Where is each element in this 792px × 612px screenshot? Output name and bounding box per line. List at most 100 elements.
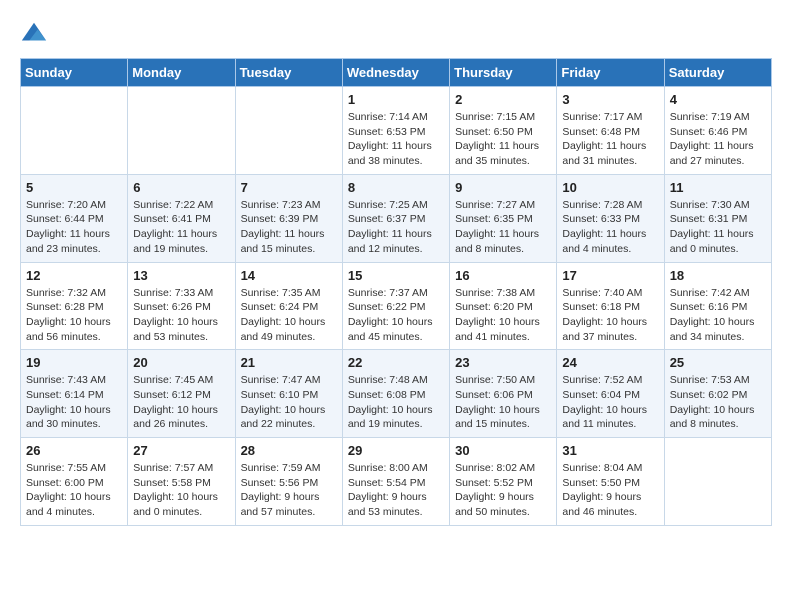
day-info: Sunrise: 7:33 AM Sunset: 6:26 PM Dayligh… xyxy=(133,286,229,345)
day-info: Sunrise: 7:59 AM Sunset: 5:56 PM Dayligh… xyxy=(241,461,337,520)
day-number: 13 xyxy=(133,268,229,283)
day-number: 5 xyxy=(26,180,122,195)
day-info: Sunrise: 7:19 AM Sunset: 6:46 PM Dayligh… xyxy=(670,110,766,169)
day-number: 16 xyxy=(455,268,551,283)
calendar-table: SundayMondayTuesdayWednesdayThursdayFrid… xyxy=(20,58,772,526)
calendar-week-row: 1Sunrise: 7:14 AM Sunset: 6:53 PM Daylig… xyxy=(21,87,772,175)
day-number: 10 xyxy=(562,180,658,195)
calendar-cell: 11Sunrise: 7:30 AM Sunset: 6:31 PM Dayli… xyxy=(664,174,771,262)
calendar-cell: 20Sunrise: 7:45 AM Sunset: 6:12 PM Dayli… xyxy=(128,350,235,438)
calendar-cell: 31 Sunrise: 8:04 AM Sunset: 5:50 PM Dayli… xyxy=(557,438,664,526)
day-info: Sunrise: 7:37 AM Sunset: 6:22 PM Dayligh… xyxy=(348,286,444,345)
calendar-cell: 4 Sunrise: 7:19 AM Sunset: 6:46 PM Daylig… xyxy=(664,87,771,175)
day-info: Sunrise: 7:22 AM Sunset: 6:41 PM Dayligh… xyxy=(133,198,229,257)
day-info: Sunrise: 7:32 AM Sunset: 6:28 PM Dayligh… xyxy=(26,286,122,345)
page-header xyxy=(20,20,772,48)
calendar-cell: 5 Sunrise: 7:20 AM Sunset: 6:44 PM Daylig… xyxy=(21,174,128,262)
calendar-cell: 23Sunrise: 7:50 AM Sunset: 6:06 PM Dayli… xyxy=(450,350,557,438)
day-info: Sunrise: 7:20 AM Sunset: 6:44 PM Dayligh… xyxy=(26,198,122,257)
calendar-cell: 8Sunrise: 7:25 AM Sunset: 6:37 PM Daylig… xyxy=(342,174,449,262)
day-info: Sunrise: 7:15 AM Sunset: 6:50 PM Dayligh… xyxy=(455,110,551,169)
calendar-cell xyxy=(128,87,235,175)
calendar-week-row: 5 Sunrise: 7:20 AM Sunset: 6:44 PM Daylig… xyxy=(21,174,772,262)
day-info: Sunrise: 7:57 AM Sunset: 5:58 PM Dayligh… xyxy=(133,461,229,520)
day-number: 31 xyxy=(562,443,658,458)
day-number: 30 xyxy=(455,443,551,458)
col-header-saturday: Saturday xyxy=(664,59,771,87)
calendar-cell: 25 Sunrise: 7:53 AM Sunset: 6:02 PM Dayli… xyxy=(664,350,771,438)
calendar-week-row: 19 Sunrise: 7:43 AM Sunset: 6:14 PM Dayli… xyxy=(21,350,772,438)
col-header-monday: Monday xyxy=(128,59,235,87)
day-number: 7 xyxy=(241,180,337,195)
logo-icon xyxy=(20,20,48,48)
day-info: Sunrise: 7:43 AM Sunset: 6:14 PM Dayligh… xyxy=(26,373,122,432)
day-info: Sunrise: 7:23 AM Sunset: 6:39 PM Dayligh… xyxy=(241,198,337,257)
day-info: Sunrise: 7:35 AM Sunset: 6:24 PM Dayligh… xyxy=(241,286,337,345)
day-info: Sunrise: 8:04 AM Sunset: 5:50 PM Dayligh… xyxy=(562,461,658,520)
calendar-cell: 9 Sunrise: 7:27 AM Sunset: 6:35 PM Daylig… xyxy=(450,174,557,262)
day-info: Sunrise: 7:25 AM Sunset: 6:37 PM Dayligh… xyxy=(348,198,444,257)
calendar-week-row: 26 Sunrise: 7:55 AM Sunset: 6:00 PM Dayli… xyxy=(21,438,772,526)
day-number: 27 xyxy=(133,443,229,458)
day-info: Sunrise: 7:48 AM Sunset: 6:08 PM Dayligh… xyxy=(348,373,444,432)
day-number: 19 xyxy=(26,355,122,370)
day-number: 18 xyxy=(670,268,766,283)
day-number: 22 xyxy=(348,355,444,370)
calendar-cell: 17 Sunrise: 7:40 AM Sunset: 6:18 PM Dayli… xyxy=(557,262,664,350)
day-info: Sunrise: 7:27 AM Sunset: 6:35 PM Dayligh… xyxy=(455,198,551,257)
day-number: 29 xyxy=(348,443,444,458)
col-header-friday: Friday xyxy=(557,59,664,87)
calendar-cell: 18Sunrise: 7:42 AM Sunset: 6:16 PM Dayli… xyxy=(664,262,771,350)
day-number: 26 xyxy=(26,443,122,458)
calendar-cell: 2 Sunrise: 7:15 AM Sunset: 6:50 PM Daylig… xyxy=(450,87,557,175)
day-number: 4 xyxy=(670,92,766,107)
day-number: 2 xyxy=(455,92,551,107)
calendar-cell: 28Sunrise: 7:59 AM Sunset: 5:56 PM Dayli… xyxy=(235,438,342,526)
day-number: 9 xyxy=(455,180,551,195)
day-info: Sunrise: 7:52 AM Sunset: 6:04 PM Dayligh… xyxy=(562,373,658,432)
day-number: 24 xyxy=(562,355,658,370)
day-number: 15 xyxy=(348,268,444,283)
calendar-cell: 27 Sunrise: 7:57 AM Sunset: 5:58 PM Dayli… xyxy=(128,438,235,526)
day-info: Sunrise: 7:55 AM Sunset: 6:00 PM Dayligh… xyxy=(26,461,122,520)
calendar-cell: 29 Sunrise: 8:00 AM Sunset: 5:54 PM Dayli… xyxy=(342,438,449,526)
calendar-cell xyxy=(235,87,342,175)
col-header-wednesday: Wednesday xyxy=(342,59,449,87)
calendar-cell: 15 Sunrise: 7:37 AM Sunset: 6:22 PM Dayli… xyxy=(342,262,449,350)
calendar-cell: 22 Sunrise: 7:48 AM Sunset: 6:08 PM Dayli… xyxy=(342,350,449,438)
calendar-week-row: 12Sunrise: 7:32 AM Sunset: 6:28 PM Dayli… xyxy=(21,262,772,350)
day-number: 11 xyxy=(670,180,766,195)
calendar-cell: 3 Sunrise: 7:17 AM Sunset: 6:48 PM Daylig… xyxy=(557,87,664,175)
day-number: 25 xyxy=(670,355,766,370)
day-number: 6 xyxy=(133,180,229,195)
day-number: 17 xyxy=(562,268,658,283)
day-number: 21 xyxy=(241,355,337,370)
calendar-cell: 16 Sunrise: 7:38 AM Sunset: 6:20 PM Dayli… xyxy=(450,262,557,350)
calendar-cell xyxy=(21,87,128,175)
logo xyxy=(20,20,52,48)
calendar-cell: 6 Sunrise: 7:22 AM Sunset: 6:41 PM Daylig… xyxy=(128,174,235,262)
col-header-sunday: Sunday xyxy=(21,59,128,87)
day-info: Sunrise: 7:50 AM Sunset: 6:06 PM Dayligh… xyxy=(455,373,551,432)
calendar-cell: 13 Sunrise: 7:33 AM Sunset: 6:26 PM Dayli… xyxy=(128,262,235,350)
day-info: Sunrise: 7:47 AM Sunset: 6:10 PM Dayligh… xyxy=(241,373,337,432)
day-number: 20 xyxy=(133,355,229,370)
day-info: Sunrise: 7:28 AM Sunset: 6:33 PM Dayligh… xyxy=(562,198,658,257)
calendar-cell: 21 Sunrise: 7:47 AM Sunset: 6:10 PM Dayli… xyxy=(235,350,342,438)
calendar-cell: 10 Sunrise: 7:28 AM Sunset: 6:33 PM Dayli… xyxy=(557,174,664,262)
calendar-cell: 30Sunrise: 8:02 AM Sunset: 5:52 PM Dayli… xyxy=(450,438,557,526)
day-info: Sunrise: 7:17 AM Sunset: 6:48 PM Dayligh… xyxy=(562,110,658,169)
day-info: Sunrise: 8:00 AM Sunset: 5:54 PM Dayligh… xyxy=(348,461,444,520)
col-header-thursday: Thursday xyxy=(450,59,557,87)
day-info: Sunrise: 7:40 AM Sunset: 6:18 PM Dayligh… xyxy=(562,286,658,345)
col-header-tuesday: Tuesday xyxy=(235,59,342,87)
calendar-cell: 12Sunrise: 7:32 AM Sunset: 6:28 PM Dayli… xyxy=(21,262,128,350)
calendar-cell: 19 Sunrise: 7:43 AM Sunset: 6:14 PM Dayli… xyxy=(21,350,128,438)
day-info: Sunrise: 7:53 AM Sunset: 6:02 PM Dayligh… xyxy=(670,373,766,432)
day-info: Sunrise: 7:38 AM Sunset: 6:20 PM Dayligh… xyxy=(455,286,551,345)
day-info: Sunrise: 7:14 AM Sunset: 6:53 PM Dayligh… xyxy=(348,110,444,169)
calendar-cell xyxy=(664,438,771,526)
day-number: 3 xyxy=(562,92,658,107)
calendar-cell: 7 Sunrise: 7:23 AM Sunset: 6:39 PM Daylig… xyxy=(235,174,342,262)
calendar-cell: 24 Sunrise: 7:52 AM Sunset: 6:04 PM Dayli… xyxy=(557,350,664,438)
